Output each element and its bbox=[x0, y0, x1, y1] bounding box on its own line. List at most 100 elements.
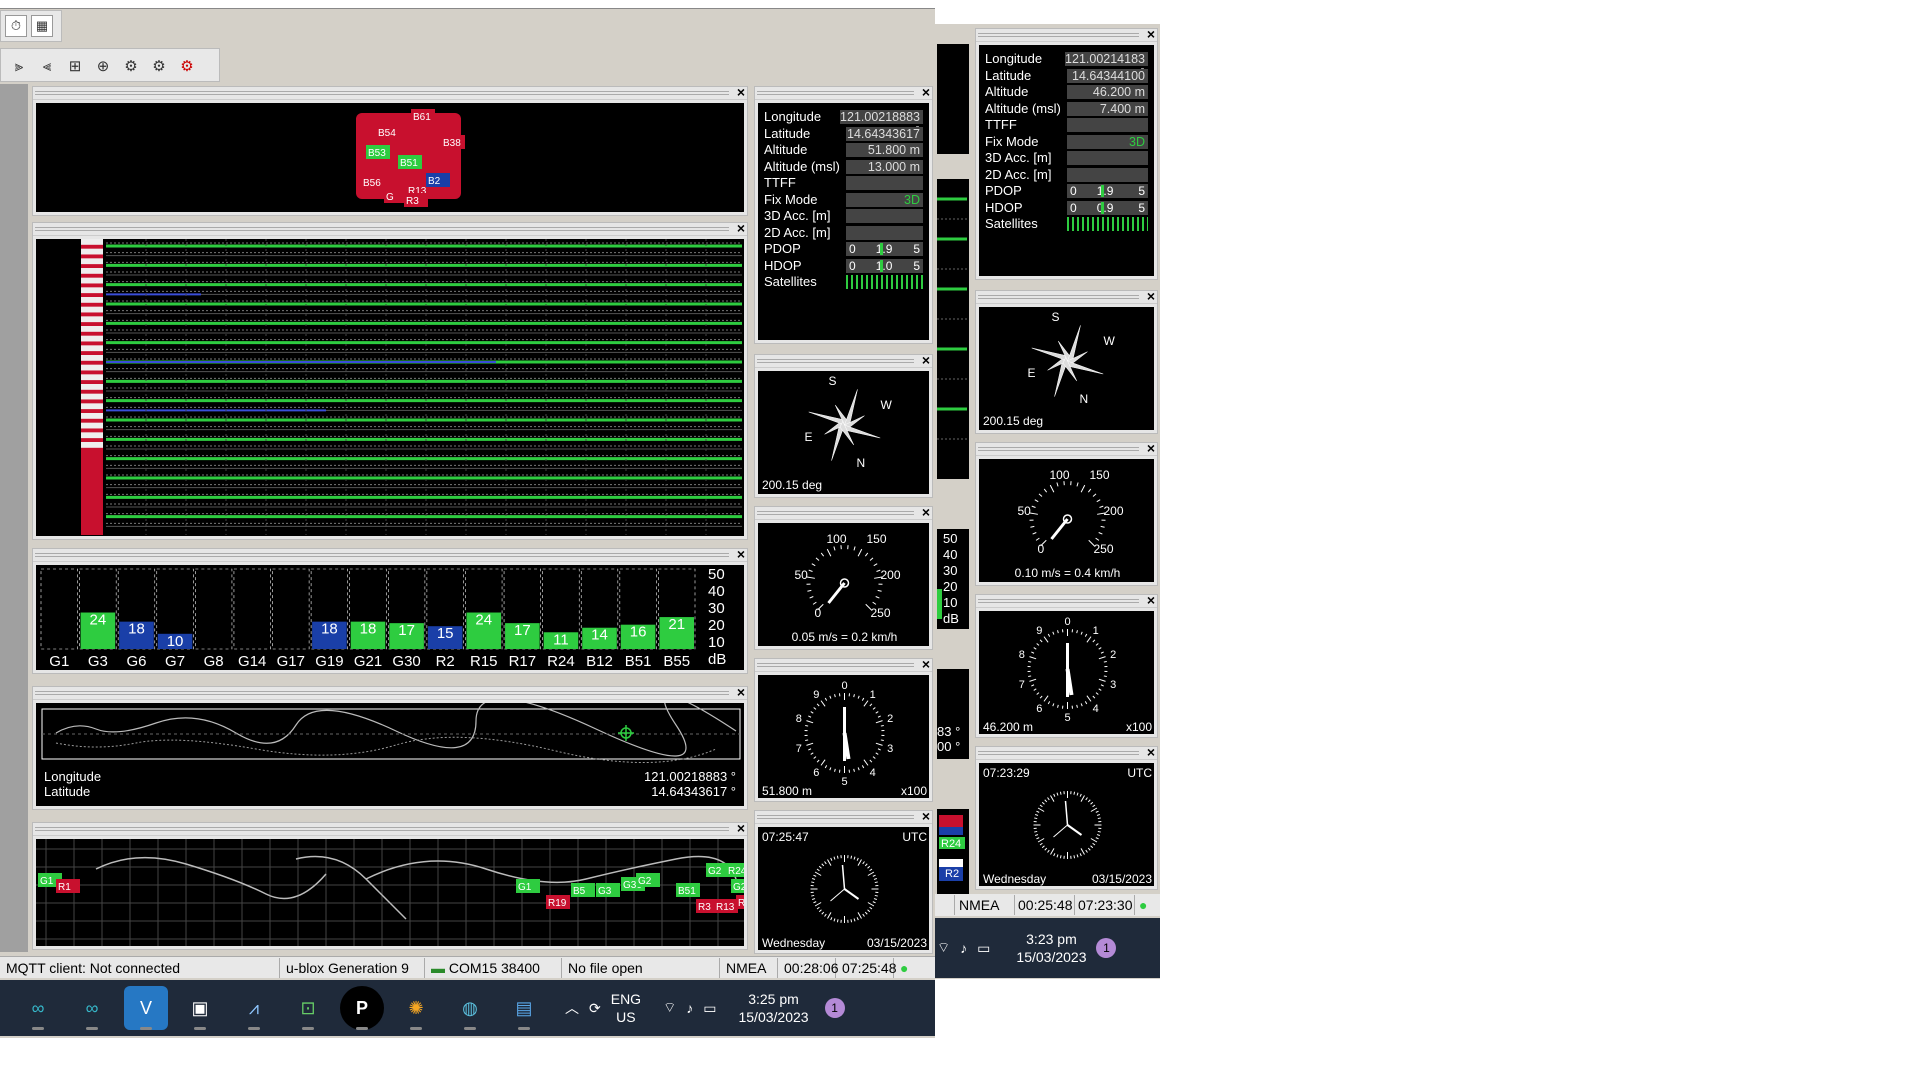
speed-tick bbox=[1030, 525, 1035, 528]
speed-tick bbox=[1049, 484, 1055, 493]
alt-tick bbox=[1036, 643, 1040, 646]
flag-r2: R2 bbox=[945, 868, 959, 880]
clock-tick bbox=[824, 913, 827, 917]
info-body: Longitude 121.00218883 ° Latitude 14.643436… bbox=[758, 103, 929, 340]
chart-app-icon[interactable]: ⩘ bbox=[232, 986, 276, 1030]
grid-add-icon[interactable]: ⊕ bbox=[91, 55, 115, 77]
close-icon[interactable]: × bbox=[1147, 26, 1155, 42]
cn-sat-label: G17 bbox=[277, 653, 305, 670]
clock-tick bbox=[1080, 795, 1085, 802]
partial-cn-tick: dB bbox=[943, 611, 959, 626]
sat-map-flag-label: R1 bbox=[58, 882, 71, 893]
alt-tick bbox=[834, 694, 836, 698]
sync-icon[interactable]: ⟳ bbox=[589, 1000, 601, 1017]
speed-tick bbox=[853, 546, 856, 551]
clock-date: 03/15/2023 bbox=[867, 936, 927, 950]
speed-readout: 0.05 m/s = 0.2 km/h bbox=[792, 630, 898, 644]
vscode-icon[interactable]: V bbox=[124, 986, 168, 1030]
info-row: Longitude 121.00218883 ° bbox=[764, 109, 923, 138]
clock-tick bbox=[1037, 807, 1045, 812]
gear-c-icon[interactable]: ⚙ bbox=[175, 55, 199, 77]
info-label: 3D Acc. [m] bbox=[985, 150, 1052, 165]
chart-icon[interactable]: ▦ bbox=[31, 15, 53, 37]
close-icon[interactable]: × bbox=[922, 656, 930, 672]
tray-clock[interactable]: 3:25 pm 15/03/2023 bbox=[738, 990, 808, 1026]
arduino2-icon[interactable]: ∞ bbox=[70, 986, 114, 1030]
clock-tick bbox=[1059, 855, 1062, 859]
alt-tick-label: 6 bbox=[813, 767, 819, 779]
wifi-icon-2[interactable]: ⌔ bbox=[937, 939, 950, 957]
sky-flag-label: B53 bbox=[368, 148, 386, 159]
map-svg: Longitude Latitude 121.00218883 ° 14.643… bbox=[41, 703, 741, 799]
close-icon[interactable]: × bbox=[1147, 592, 1155, 608]
clock-tick bbox=[1056, 854, 1059, 858]
partial-history-svg bbox=[937, 197, 967, 440]
elapsed-status: 00:28:06 bbox=[778, 957, 839, 978]
close-icon[interactable]: × bbox=[1147, 744, 1155, 760]
heading-value: 200.15 deg bbox=[983, 414, 1043, 428]
info-label: Latitude bbox=[985, 67, 1032, 83]
close-icon[interactable]: × bbox=[737, 684, 745, 700]
alt-svg: 0 12 34 5 67 89 51.800 m x100 bbox=[762, 680, 927, 798]
map-lon-label: Longitude bbox=[44, 769, 101, 784]
signal-w-icon[interactable]: ⫸ bbox=[7, 55, 31, 77]
port-status[interactable]: ▬ COM15 38400 bbox=[425, 957, 562, 978]
close-icon[interactable]: × bbox=[737, 84, 745, 100]
alt-tick-label: 9 bbox=[1036, 625, 1042, 637]
close-icon[interactable]: × bbox=[922, 504, 930, 520]
alt-tick bbox=[1103, 675, 1107, 677]
globe-app-icon[interactable]: ◍ bbox=[448, 986, 492, 1030]
close-icon[interactable]: × bbox=[922, 84, 930, 100]
sky-flag-label: B61 bbox=[413, 112, 431, 123]
alt-multiplier: x100 bbox=[901, 784, 927, 798]
wifi-icon[interactable]: ⌔ bbox=[663, 999, 676, 1017]
clock-tick bbox=[1047, 797, 1050, 801]
clock-tick bbox=[1073, 791, 1076, 795]
arduino-icon[interactable]: ∞ bbox=[16, 986, 60, 1030]
battery-icon-2[interactable]: ▭ bbox=[977, 940, 990, 957]
info-value: 14.64344100 ° bbox=[1067, 68, 1148, 97]
notepad-icon[interactable]: ▤ bbox=[502, 986, 546, 1030]
cn-ytick: 40 bbox=[708, 583, 725, 600]
language-indicator[interactable]: ENG US bbox=[611, 990, 641, 1026]
info-value: 14.64343617 ° bbox=[846, 126, 923, 155]
chevron-up-icon[interactable]: ︿ bbox=[565, 998, 579, 1018]
notification-badge-2[interactable]: 1 bbox=[1096, 938, 1117, 958]
speed-tick-label: 150 bbox=[867, 532, 887, 546]
alt-tick bbox=[1031, 651, 1035, 654]
stopwatch-icon[interactable]: ⏱ bbox=[5, 15, 27, 37]
volume-icon[interactable]: ♪ bbox=[686, 1000, 693, 1016]
pinwheel-icon[interactable]: ✺ bbox=[394, 986, 438, 1030]
signal-c-icon[interactable]: ⫷ bbox=[35, 55, 59, 77]
close-icon[interactable]: × bbox=[922, 352, 930, 368]
notification-badge[interactable]: 1 bbox=[824, 998, 845, 1018]
grid-plus-icon[interactable]: ⊞ bbox=[63, 55, 87, 77]
gear-a-icon[interactable]: ⚙ bbox=[119, 55, 143, 77]
volume-icon-2[interactable]: ♪ bbox=[960, 940, 967, 956]
close-icon[interactable]: × bbox=[737, 820, 745, 836]
speed-tick bbox=[873, 563, 878, 567]
alt-tick bbox=[1057, 630, 1059, 634]
close-icon[interactable]: × bbox=[922, 808, 930, 824]
clock-tick bbox=[816, 906, 820, 910]
alt-tick bbox=[853, 694, 855, 698]
signal-history-panel: × bbox=[32, 220, 748, 540]
title-strip bbox=[0, 0, 935, 9]
clock-tick bbox=[1050, 848, 1055, 855]
close-icon[interactable]: × bbox=[1147, 288, 1155, 304]
clock-day: Wednesday bbox=[983, 872, 1046, 886]
cn-sat-label: G14 bbox=[238, 653, 266, 670]
network-app-icon[interactable]: ⊡ bbox=[286, 986, 330, 1030]
sat-map-flag-label: B5 bbox=[573, 886, 586, 897]
close-icon[interactable]: × bbox=[737, 220, 745, 236]
close-icon[interactable]: × bbox=[1147, 440, 1155, 456]
speed-tick bbox=[1032, 532, 1037, 535]
battery-icon[interactable]: ▭ bbox=[703, 1000, 716, 1017]
tray-clock-2[interactable]: 3:23 pm 15/03/2023 bbox=[1016, 930, 1086, 966]
gear-b-icon[interactable]: ⚙ bbox=[147, 55, 171, 77]
sat-map-flag-label: G3 bbox=[598, 886, 612, 897]
speed-svg: 100 150 50 200 0 250 0.05 m/s = 0.2 km/h bbox=[792, 532, 901, 644]
app-box-icon[interactable]: ▣ bbox=[178, 986, 222, 1030]
close-icon[interactable]: × bbox=[737, 546, 745, 562]
pinned-p-icon[interactable]: P bbox=[340, 986, 384, 1030]
